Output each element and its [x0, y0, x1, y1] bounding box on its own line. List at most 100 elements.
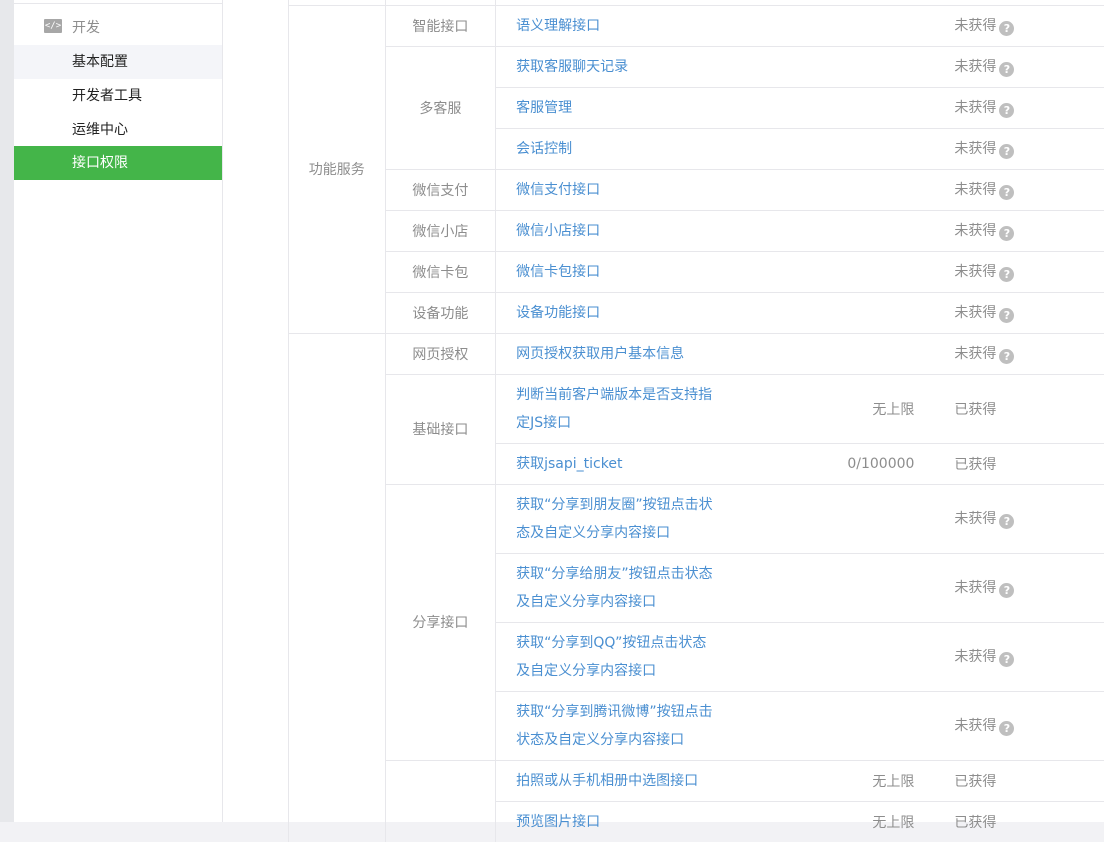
status-cell: 未获得? — [924, 333, 1104, 374]
daily-limit — [725, 333, 924, 374]
api-link[interactable]: 获取“分享到腾讯微博”按钮点击状态及自定义分享内容接口 — [496, 691, 725, 760]
permission-status: 已获得 — [954, 774, 996, 790]
status-cell: 未获得? — [924, 553, 1104, 622]
table-row: 设备功能 设备功能接口 未获得? — [289, 292, 1104, 333]
question-icon[interactable]: ? — [999, 308, 1014, 323]
question-icon[interactable]: ? — [999, 267, 1014, 282]
table-row: 微信卡包 微信卡包接口 未获得? — [289, 251, 1104, 292]
api-link[interactable]: 获取客服聊天记录 — [496, 46, 725, 87]
api-link[interactable]: 微信小店接口 — [496, 210, 725, 251]
permission-status: 已获得 — [954, 815, 996, 831]
daily-limit: 无上限 — [725, 374, 924, 443]
question-icon[interactable]: ? — [999, 583, 1014, 598]
api-link[interactable]: 获取“分享给朋友”按钮点击状态及自定义分享内容接口 — [496, 553, 725, 622]
table-row: 功能服务 智能接口 语义理解接口 未获得? — [289, 5, 1104, 46]
sidebar-item-api-permissions[interactable]: 接口权限 — [14, 146, 222, 180]
main-content: 功能服务 智能接口 语义理解接口 未获得? 多客服 获取客服聊天记录 未获得? … — [223, 0, 1104, 822]
daily-limit — [725, 553, 924, 622]
daily-limit — [725, 292, 924, 333]
question-icon[interactable]: ? — [999, 226, 1014, 241]
status-cell: 未获得? — [924, 128, 1104, 169]
sidebar-item-dev-tools[interactable]: 开发者工具 — [14, 79, 222, 113]
daily-limit — [725, 5, 924, 46]
status-cell: 未获得? — [924, 46, 1104, 87]
category-label: 分享接口 — [385, 484, 496, 760]
sidebar-divider — [14, 0, 222, 4]
sidebar-item-ops-center[interactable]: 运维中心 — [14, 113, 222, 147]
api-link[interactable]: 拍照或从手机相册中选图接口 — [496, 760, 725, 801]
daily-limit — [725, 484, 924, 553]
permission-status: 未获得 — [954, 264, 996, 280]
daily-limit: 无上限 — [725, 760, 924, 801]
permission-status: 未获得 — [954, 141, 996, 157]
status-cell: 已获得 — [924, 443, 1104, 484]
status-cell: 未获得? — [924, 5, 1104, 46]
question-icon[interactable]: ? — [999, 144, 1014, 159]
permission-status: 已获得 — [954, 457, 996, 473]
table-row: 微信支付 微信支付接口 未获得? — [289, 169, 1104, 210]
question-icon[interactable]: ? — [999, 62, 1014, 77]
permission-status: 未获得 — [954, 305, 996, 321]
table-row: 微信小店 微信小店接口 未获得? — [289, 210, 1104, 251]
daily-limit — [725, 691, 924, 760]
question-icon[interactable]: ? — [999, 21, 1014, 36]
group-label — [289, 333, 386, 842]
permission-status: 未获得 — [954, 223, 996, 239]
category-label: 设备功能 — [385, 292, 496, 333]
api-link[interactable]: 设备功能接口 — [496, 292, 725, 333]
api-permission-table: 功能服务 智能接口 语义理解接口 未获得? 多客服 获取客服聊天记录 未获得? … — [288, 0, 1104, 842]
status-cell: 未获得? — [924, 691, 1104, 760]
question-icon[interactable]: ? — [999, 349, 1014, 364]
api-link[interactable]: 语义理解接口 — [496, 5, 725, 46]
status-cell: 未获得? — [924, 87, 1104, 128]
category-label: 基础接口 — [385, 374, 496, 484]
permission-status: 未获得 — [954, 18, 996, 34]
code-icon: </> — [44, 19, 62, 33]
category-label: 微信支付 — [385, 169, 496, 210]
status-cell: 已获得 — [924, 374, 1104, 443]
question-icon[interactable]: ? — [999, 185, 1014, 200]
api-link[interactable]: 判断当前客户端版本是否支持指定JS接口 — [496, 374, 725, 443]
api-link[interactable]: 微信卡包接口 — [496, 251, 725, 292]
daily-limit — [725, 87, 924, 128]
question-icon[interactable]: ? — [999, 721, 1014, 736]
permission-status: 未获得 — [954, 182, 996, 198]
api-link[interactable]: 客服管理 — [496, 87, 725, 128]
daily-limit — [725, 46, 924, 87]
category-label: 智能接口 — [385, 5, 496, 46]
daily-limit — [725, 128, 924, 169]
permission-status: 未获得 — [954, 580, 996, 596]
status-cell: 未获得? — [924, 484, 1104, 553]
api-link[interactable]: 获取“分享到朋友圈”按钮点击状态及自定义分享内容接口 — [496, 484, 725, 553]
status-cell: 未获得? — [924, 169, 1104, 210]
question-icon[interactable]: ? — [999, 514, 1014, 529]
status-cell: 未获得? — [924, 210, 1104, 251]
permission-status: 未获得 — [954, 649, 996, 665]
group-label: 功能服务 — [289, 5, 386, 333]
permission-status: 未获得 — [954, 718, 996, 734]
table-row: 多客服 获取客服聊天记录 未获得? — [289, 46, 1104, 87]
sidebar-item-basic-config[interactable]: 基本配置 — [14, 45, 222, 79]
window-left-edge — [0, 0, 14, 822]
api-link[interactable]: 微信支付接口 — [496, 169, 725, 210]
category-label: 微信卡包 — [385, 251, 496, 292]
sidebar: </> 开发 基本配置 开发者工具 运维中心 接口权限 — [14, 0, 223, 822]
status-cell: 未获得? — [924, 622, 1104, 691]
api-link[interactable]: 获取jsapi_ticket — [496, 443, 725, 484]
question-icon[interactable]: ? — [999, 652, 1014, 667]
question-icon[interactable]: ? — [999, 103, 1014, 118]
api-link[interactable]: 会话控制 — [496, 128, 725, 169]
api-link[interactable]: 获取“分享到QQ”按钮点击状态及自定义分享内容接口 — [496, 622, 725, 691]
daily-limit — [725, 210, 924, 251]
daily-limit — [725, 622, 924, 691]
table-row: 拍照或从手机相册中选图接口 无上限 已获得 — [289, 760, 1104, 801]
status-cell: 未获得? — [924, 251, 1104, 292]
sidebar-section-dev[interactable]: </> 开发 — [14, 12, 222, 42]
table-row: 分享接口 获取“分享到朋友圈”按钮点击状态及自定义分享内容接口 未获得? — [289, 484, 1104, 553]
permission-status: 未获得 — [954, 346, 996, 362]
category-label: 微信小店 — [385, 210, 496, 251]
status-cell: 已获得 — [924, 760, 1104, 801]
permission-status: 未获得 — [954, 59, 996, 75]
api-link[interactable]: 网页授权获取用户基本信息 — [496, 333, 725, 374]
daily-limit: 0/100000 — [725, 443, 924, 484]
